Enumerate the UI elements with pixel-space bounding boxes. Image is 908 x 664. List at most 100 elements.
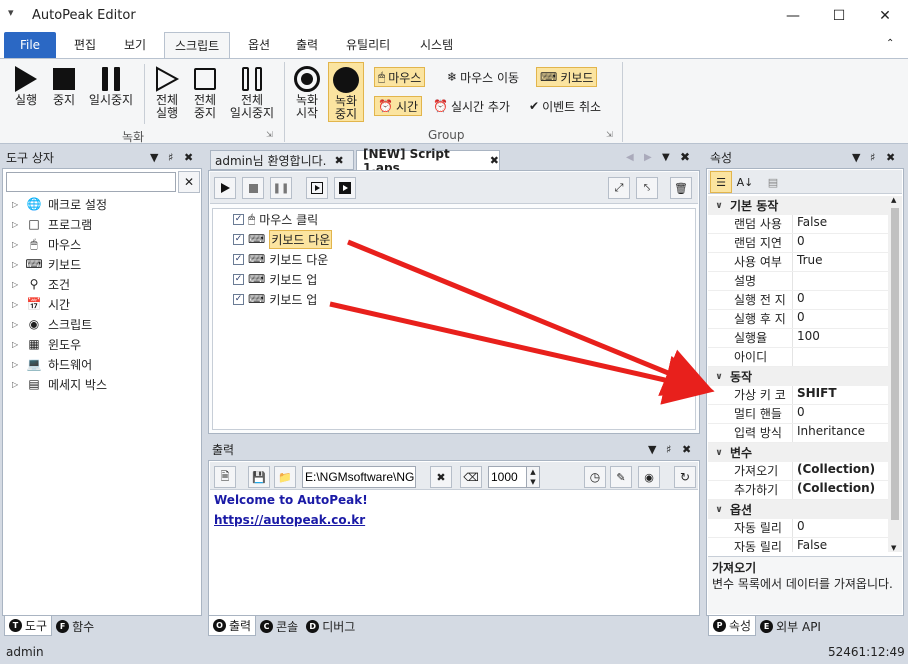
stop-all-button[interactable]: 전체 중지 <box>188 64 222 120</box>
toolbox-item[interactable]: ▷ □ 프로그램 <box>4 214 200 234</box>
toolbox-item[interactable]: ▷ ⌨ 키보드 <box>4 254 200 274</box>
output-link[interactable]: https://autopeak.co.kr <box>214 513 365 527</box>
menu-tab-utility[interactable]: 유틸리티 <box>336 32 400 58</box>
menu-tab-output[interactable]: 출력 <box>286 32 328 58</box>
menu-tab-edit[interactable]: 편집 <box>64 32 106 58</box>
mouse-move-toggle[interactable]: ❄ 마우스 이동 <box>444 67 522 87</box>
tab-output[interactable]: O 출력 <box>208 616 257 636</box>
property-category[interactable]: ∨ 옵션 <box>708 500 888 519</box>
group-launcher-icon[interactable]: ⇲ <box>606 130 613 139</box>
menu-tab-script[interactable]: 스크립트 <box>164 32 231 58</box>
sort-az-icon[interactable]: A↓ <box>734 171 756 193</box>
step-checkbox[interactable]: ✓ <box>233 273 244 285</box>
property-category[interactable]: ∨ 기본 동작 <box>708 196 888 215</box>
pause-button[interactable]: 일시중지 <box>86 64 136 107</box>
expand-arrow-icon[interactable]: ▷ <box>12 260 22 269</box>
property-row[interactable]: 랜덤 지연 0 <box>708 234 888 253</box>
close-icon[interactable]: ✖ <box>886 148 895 168</box>
property-row[interactable]: 실행 전 지0 <box>708 291 888 310</box>
close-tab-icon[interactable]: ✖ <box>334 154 343 167</box>
property-row[interactable]: 실행 후 지0 <box>708 310 888 329</box>
menu-tab-options[interactable]: 옵션 <box>238 32 280 58</box>
delay-input[interactable] <box>488 466 528 488</box>
event-cancel-toggle[interactable]: ✔ 이벤트 취소 <box>526 96 604 116</box>
delay-spinner[interactable]: ▲ ▼ <box>526 466 540 488</box>
expand-arrow-icon[interactable]: ▷ <box>12 240 22 249</box>
toolbox-item[interactable]: ▷ ▦ 윈도우 <box>4 334 200 354</box>
collapse-arrow-icon[interactable]: ∨ <box>708 201 730 211</box>
mouse-toggle[interactable]: 🖱 마우스 <box>374 67 426 87</box>
expand-arrow-icon[interactable]: ▷ <box>12 380 22 389</box>
pin-icon[interactable]: ♯ <box>666 440 671 460</box>
collapse-arrow-icon[interactable]: ∨ <box>708 448 730 458</box>
toolbox-item[interactable]: ▷ ◉ 스크립트 <box>4 314 200 334</box>
dropdown-icon[interactable]: ▼ <box>852 148 860 168</box>
close-button[interactable]: ✕ <box>862 0 908 32</box>
collapse-arrow-icon[interactable]: ∨ <box>708 372 730 382</box>
folder-icon[interactable]: 📁 <box>274 466 296 488</box>
step-checkbox[interactable]: ✓ <box>233 233 244 245</box>
script-step[interactable]: ✓ ⌨ 키보드 다운 <box>213 229 695 249</box>
collapse-arrow-icon[interactable]: ∨ <box>708 505 730 515</box>
step-checkbox[interactable]: ✓ <box>233 213 244 225</box>
keyboard-toggle[interactable]: ⌨ 키보드 <box>536 67 598 87</box>
tab-tools[interactable]: T 도구 <box>4 616 53 636</box>
tab-properties[interactable]: P 속성 <box>708 616 757 636</box>
pin-icon[interactable]: ♯ <box>168 148 173 168</box>
property-row[interactable]: 입력 방식 Inheritance <box>708 424 888 443</box>
toolbox-item[interactable]: ▷ 🌐 매크로 설정 <box>4 194 200 214</box>
property-row[interactable]: 실행율 100 <box>708 329 888 348</box>
property-row[interactable]: 사용 여부 True <box>708 253 888 272</box>
record-start-button[interactable]: 녹화 시작 <box>290 64 324 120</box>
expand-arrow-icon[interactable]: ▷ <box>12 200 22 209</box>
tab-welcome[interactable]: admin님 환영합니다. ✖ <box>210 150 354 170</box>
property-pages-icon[interactable]: ▤ <box>762 171 784 193</box>
run-all-button[interactable]: 전체 실행 <box>150 64 184 120</box>
step-checkbox[interactable]: ✓ <box>233 253 244 265</box>
run-button[interactable]: 실행 <box>10 64 42 107</box>
toolbox-item[interactable]: ▷ ⚲ 조건 <box>4 274 200 294</box>
new-log-icon[interactable]: 🗎 <box>214 466 236 488</box>
pause-all-button[interactable]: 전체 일시중지 <box>226 64 278 120</box>
editor-play-box-button[interactable] <box>334 177 356 199</box>
property-category[interactable]: ∨ 변수 <box>708 443 888 462</box>
group-launcher-icon[interactable]: ⇲ <box>266 130 273 139</box>
step-checkbox[interactable]: ✓ <box>233 293 244 305</box>
close-icon[interactable]: ✖ <box>184 148 193 168</box>
property-row[interactable]: 멀티 핸들 0 <box>708 405 888 424</box>
property-row[interactable]: 설명 <box>708 272 888 291</box>
menu-tab-system[interactable]: 시스템 <box>410 32 463 58</box>
property-scrollbar[interactable]: ▲ ▼ <box>888 196 902 552</box>
property-row[interactable]: 가져오기 (Collection) <box>708 462 888 481</box>
save-icon[interactable]: 💾 <box>248 466 270 488</box>
tab-external-api[interactable]: E 외부 API <box>756 616 825 636</box>
toolbox-item[interactable]: ▷ 🖱 마우스 <box>4 234 200 254</box>
pin-icon[interactable]: ♯ <box>870 148 875 168</box>
tab-scroll-left-icon[interactable]: ◀ <box>626 152 634 163</box>
realtime-add-toggle[interactable]: ⏰ 실시간 추가 <box>430 96 513 116</box>
clock-icon[interactable]: ◷ <box>584 466 606 488</box>
expand-icon[interactable]: ⤢ <box>608 177 630 199</box>
collapse-ribbon-icon[interactable]: ⌃ <box>886 38 894 49</box>
expand-arrow-icon[interactable]: ▷ <box>12 340 22 349</box>
time-toggle[interactable]: ⏰ 시간 <box>374 96 423 116</box>
editor-pause-button[interactable]: ❚❚ <box>270 177 292 199</box>
tab-list-icon[interactable]: ▼ <box>662 152 670 163</box>
refresh-icon[interactable]: ↻ <box>674 466 696 488</box>
clear-brush-icon[interactable]: ✖ <box>430 466 452 488</box>
expand-arrow-icon[interactable]: ▷ <box>12 280 22 289</box>
editor-step-button[interactable] <box>306 177 328 199</box>
stop-button[interactable]: 중지 <box>48 64 80 107</box>
clear-search-button[interactable]: ✕ <box>178 171 200 193</box>
toolbox-item[interactable]: ▷ 📅 시간 <box>4 294 200 314</box>
property-row[interactable]: 가상 키 코 SHIFT <box>708 386 888 405</box>
close-icon[interactable]: ✖ <box>680 150 690 164</box>
script-step[interactable]: ✓ 🖱 마우스 클릭 <box>213 209 695 229</box>
tab-script[interactable]: [NEW] Script 1.aps ✖ <box>356 147 500 175</box>
property-category[interactable]: ∨ 동작 <box>708 367 888 386</box>
minimize-button[interactable]: — <box>770 0 816 32</box>
expand-arrow-icon[interactable]: ▷ <box>12 300 22 309</box>
collapse-icon[interactable]: ⤣ <box>636 177 658 199</box>
editor-stop-button[interactable] <box>242 177 264 199</box>
property-row[interactable]: 아이디 <box>708 348 888 367</box>
